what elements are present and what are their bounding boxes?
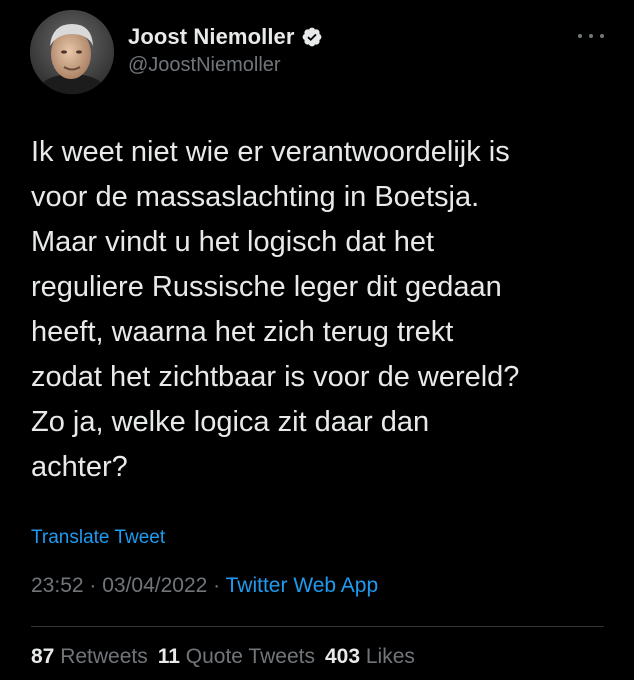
dot-icon xyxy=(600,34,604,38)
likes-label: Likes xyxy=(360,645,415,668)
dot-icon xyxy=(578,34,582,38)
name-row: Joost Niemoller xyxy=(128,22,323,52)
tweet: Joost Niemoller @JoostNiemoller Ik weet … xyxy=(0,0,634,680)
tweet-date[interactable]: 03/04/2022 xyxy=(102,574,207,597)
quote-tweets-stat[interactable]: 11 Quote Tweets xyxy=(158,645,315,669)
likes-count: 403 xyxy=(324,645,361,668)
profile-photo-icon xyxy=(30,10,114,94)
retweets-label: Retweets xyxy=(54,645,148,668)
tweet-source-link[interactable]: Twitter Web App xyxy=(226,574,379,597)
tweet-meta: 23:52 · 03/04/2022 · Twitter Web App xyxy=(31,574,378,598)
tweet-time[interactable]: 23:52 xyxy=(31,574,84,597)
verified-badge-icon xyxy=(302,27,321,47)
ellipsis-icon[interactable] xyxy=(578,30,604,42)
display-name[interactable]: Joost Niemoller xyxy=(128,24,295,50)
retweets-count: 87 xyxy=(31,645,55,668)
handle[interactable]: @JoostNiemoller xyxy=(128,54,323,77)
retweets-stat[interactable]: 87 Retweets xyxy=(31,645,148,669)
quote-tweets-label: Quote Tweets xyxy=(179,645,315,668)
author-block: Joost Niemoller @JoostNiemoller xyxy=(128,22,323,77)
divider xyxy=(31,626,604,627)
tweet-text: Ik weet niet wie er verantwoordelijk is … xyxy=(31,136,520,483)
dot-icon xyxy=(589,34,593,38)
tweet-stats: 87 Retweets 11 Quote Tweets 403 Likes xyxy=(31,645,415,669)
separator: · xyxy=(83,574,103,597)
likes-stat[interactable]: 403 Likes xyxy=(325,645,415,669)
quote-tweets-count: 11 xyxy=(157,645,180,668)
translate-tweet-link[interactable]: Translate Tweet xyxy=(31,527,165,549)
avatar[interactable] xyxy=(30,10,114,94)
separator: · xyxy=(207,574,226,597)
